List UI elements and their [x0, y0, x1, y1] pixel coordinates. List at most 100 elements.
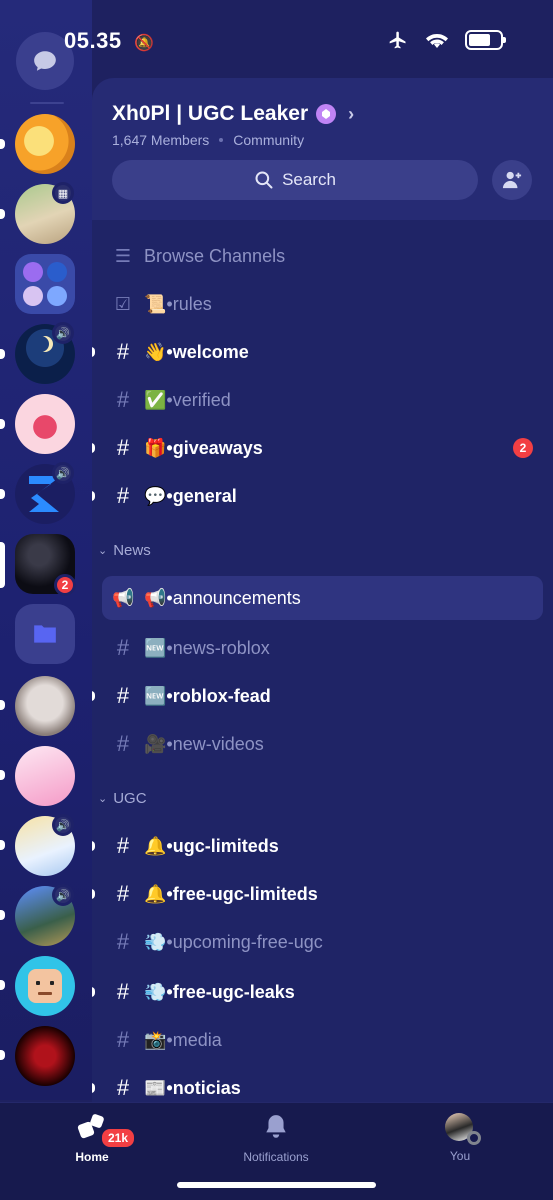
channel-welcome[interactable]: # 👋•welcome — [92, 330, 553, 374]
channel-new-videos[interactable]: # 🎥•new-videos — [92, 722, 553, 766]
unread-indicator — [92, 987, 95, 997]
channel-free-ugc-leaks[interactable]: # 💨•free-ugc-leaks — [92, 970, 553, 1014]
category-news[interactable]: ⌄ News — [98, 542, 151, 559]
rail-divider — [30, 102, 64, 104]
invite-members-button[interactable] — [492, 160, 532, 200]
dot-separator — [219, 138, 224, 142]
channel-label: 💨•upcoming-free-ugc — [144, 931, 323, 952]
add-user-icon — [502, 171, 522, 189]
search-button[interactable]: Search — [112, 160, 478, 200]
channel-rules[interactable]: ☑ 📜•rules — [92, 282, 553, 326]
category-label: News — [113, 542, 151, 559]
megaphone-icon: 📢 — [112, 587, 135, 608]
unread-indicator — [92, 691, 95, 701]
channel-label: 📰•noticias — [144, 1077, 241, 1098]
selected-server-indicator — [0, 542, 5, 588]
server-name-button[interactable]: Xh0Pl | UGC Leaker › — [112, 102, 354, 126]
voice-speaker-icon: 🔊 — [52, 884, 74, 906]
channel-general[interactable]: # 💬•general — [92, 474, 553, 518]
search-icon — [255, 171, 273, 189]
bell-icon — [266, 1115, 286, 1138]
hash-icon: # — [116, 833, 130, 858]
hash-icon: # — [116, 731, 130, 756]
channel-ugc-limiteds[interactable]: # 🔔•ugc-limiteds — [92, 824, 553, 868]
browse-channels-button[interactable]: ☰ Browse Channels — [92, 234, 553, 278]
server-icon[interactable] — [15, 746, 75, 806]
server-icon[interactable] — [15, 1026, 75, 1086]
channel-media[interactable]: # 📸•media — [92, 1018, 553, 1062]
server-icon[interactable] — [15, 394, 75, 454]
channel-roblox-fead[interactable]: # 🆕•roblox-fead — [92, 674, 553, 718]
unread-indicator — [92, 889, 95, 899]
channel-label: 💬•general — [144, 485, 237, 506]
home-indicator — [177, 1182, 376, 1188]
channel-label: 📢•announcements — [144, 587, 301, 608]
channel-upcoming-free-ugc[interactable]: # 💨•upcoming-free-ugc — [92, 920, 553, 964]
hash-icon: # — [116, 483, 130, 508]
unread-indicator — [0, 489, 5, 499]
status-icons — [387, 30, 506, 50]
status-indicator — [467, 1131, 481, 1145]
nav-home-label: Home — [75, 1150, 109, 1164]
home-unread-badge: 21k — [100, 1127, 137, 1149]
server-folder[interactable] — [15, 604, 75, 664]
nav-you-tab[interactable]: You — [400, 1113, 520, 1163]
unread-indicator — [92, 443, 95, 453]
channel-label: 🆕•news-roblox — [144, 637, 270, 658]
channel-label: 🔔•ugc-limiteds — [144, 835, 279, 856]
server-folder[interactable] — [15, 254, 75, 314]
rules-check-icon: ☑ — [114, 293, 132, 314]
server-mention-badge: 2 — [54, 574, 76, 596]
hash-icon: # — [116, 1027, 130, 1052]
channel-label: 🎥•new-videos — [144, 733, 264, 754]
channel-label: 💨•free-ugc-leaks — [144, 981, 295, 1002]
unread-indicator — [92, 1083, 95, 1093]
hash-icon: # — [116, 1075, 130, 1100]
wifi-icon — [426, 34, 448, 48]
category-label: UGC — [113, 790, 147, 807]
channel-label: ✅•verified — [144, 389, 231, 410]
unread-indicator — [0, 419, 5, 429]
channel-label: 🆕•roblox-fead — [144, 685, 271, 706]
status-bar: 05.35 🔕 — [0, 0, 553, 80]
chevron-down-icon: ⌄ — [98, 793, 108, 805]
browse-list-icon: ☰ — [114, 245, 132, 266]
airplane-icon — [389, 31, 406, 49]
category-ugc[interactable]: ⌄ UGC — [98, 790, 147, 807]
channel-panel: Xh0Pl | UGC Leaker › 1,647 Members Commu… — [92, 78, 553, 1108]
channel-free-ugc-limiteds[interactable]: # 🔔•free-ugc-limiteds — [92, 872, 553, 916]
unread-indicator — [92, 347, 95, 357]
unread-indicator — [0, 1050, 5, 1060]
hash-icon: # — [116, 683, 130, 708]
unread-indicator — [0, 910, 5, 920]
server-name: Xh0Pl | UGC Leaker — [112, 102, 309, 125]
server-icon[interactable] — [15, 676, 75, 736]
channel-announcements[interactable]: 📢 📢•announcements — [102, 576, 543, 620]
event-icon: ▦ — [52, 182, 74, 204]
voice-speaker-icon: 🔊 — [52, 462, 74, 484]
server-icon[interactable] — [15, 956, 75, 1016]
unread-indicator — [92, 841, 95, 851]
unread-indicator — [0, 700, 5, 710]
channel-label: 👋•welcome — [144, 341, 249, 362]
server-meta: 1,647 Members Community — [112, 132, 304, 148]
hash-icon: # — [116, 435, 130, 460]
chevron-right-icon: › — [348, 103, 355, 124]
channel-news-roblox[interactable]: # 🆕•news-roblox — [92, 626, 553, 670]
nav-notifications-tab[interactable]: Notifications — [216, 1113, 336, 1164]
unread-indicator — [0, 770, 5, 780]
clock: 05.35 — [64, 28, 122, 53]
channel-giveaways[interactable]: # 🎁•giveaways 2 — [92, 426, 553, 470]
silent-bell-icon: 🔕 — [134, 35, 155, 52]
server-icon[interactable] — [15, 114, 75, 174]
hash-icon: # — [116, 339, 130, 364]
hash-icon: # — [116, 979, 130, 1004]
channel-verified[interactable]: # ✅•verified — [92, 378, 553, 422]
nav-you-label: You — [449, 1149, 471, 1163]
voice-speaker-icon: 🔊 — [52, 814, 74, 836]
hash-icon: # — [116, 881, 130, 906]
mention-badge: 2 — [513, 438, 533, 458]
channel-label: 📜•rules — [144, 293, 212, 314]
hash-icon: # — [116, 635, 130, 660]
unread-indicator — [0, 139, 5, 149]
